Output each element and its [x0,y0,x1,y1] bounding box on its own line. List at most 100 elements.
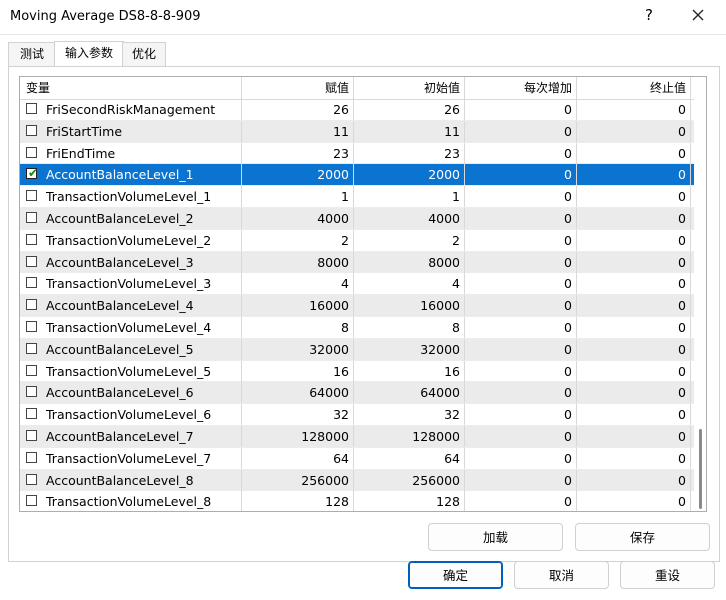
start-cell[interactable]: 4000 [354,207,465,229]
cancel-button[interactable]: 取消 [514,561,609,589]
start-cell[interactable]: 128000 [354,425,465,447]
step-cell[interactable]: 0 [465,382,577,404]
step-cell[interactable]: 0 [465,295,577,317]
stop-cell[interactable]: 0 [577,491,691,511]
value-cell[interactable]: 8000 [242,251,354,273]
stop-cell[interactable]: 0 [577,142,691,164]
stop-cell[interactable]: 0 [577,469,691,491]
value-cell[interactable]: 4000 [242,207,354,229]
stop-cell[interactable]: 0 [577,120,691,142]
start-cell[interactable]: 64 [354,447,465,469]
value-cell[interactable]: 32000 [242,338,354,360]
table-row[interactable]: TransactionVolumeLevel_3 4 4 0 0 [20,273,706,296]
step-cell[interactable]: 0 [465,447,577,469]
column-header-value[interactable]: 赋值 [242,77,354,99]
table-row[interactable]: AccountBalanceLevel_2 4000 4000 0 0 [20,207,706,230]
step-cell[interactable]: 0 [465,491,577,511]
table-row[interactable]: TransactionVolumeLevel_4 8 8 0 0 [20,316,706,339]
step-cell[interactable]: 0 [465,207,577,229]
stop-cell[interactable]: 0 [577,207,691,229]
step-cell[interactable]: 0 [465,425,577,447]
stop-cell[interactable]: 0 [577,316,691,338]
tab-inputs[interactable]: 输入参数 [54,41,124,67]
value-cell[interactable]: 2 [242,229,354,251]
stop-cell[interactable]: 0 [577,425,691,447]
close-button[interactable] [689,6,707,24]
table-row[interactable]: TransactionVolumeLevel_7 64 64 0 0 [20,447,706,470]
value-cell[interactable]: 16000 [242,295,354,317]
start-cell[interactable]: 8000 [354,251,465,273]
start-cell[interactable]: 16 [354,360,465,382]
value-cell[interactable]: 32 [242,404,354,426]
stop-cell[interactable]: 0 [577,382,691,404]
stop-cell[interactable]: 0 [577,186,691,208]
reset-button[interactable]: 重设 [620,561,715,589]
value-cell[interactable]: 128000 [242,425,354,447]
table-row[interactable]: AccountBalanceLevel_7 128000 128000 0 0 [20,425,706,448]
scrollbar-thumb[interactable] [699,429,702,509]
tab-test[interactable]: 测试 [8,42,56,66]
start-cell[interactable]: 32 [354,404,465,426]
value-cell[interactable]: 4 [242,273,354,295]
value-cell[interactable]: 8 [242,316,354,338]
step-cell[interactable]: 0 [465,164,577,186]
column-header-variable[interactable]: 变量 [20,77,242,99]
table-row[interactable]: TransactionVolumeLevel_8 128 128 0 0 [20,491,706,511]
start-cell[interactable]: 128 [354,491,465,511]
start-cell[interactable]: 11 [354,120,465,142]
step-cell[interactable]: 0 [465,142,577,164]
start-cell[interactable]: 2000 [354,164,465,186]
stop-cell[interactable]: 0 [577,251,691,273]
start-cell[interactable]: 16000 [354,295,465,317]
help-button[interactable]: ? [642,6,656,24]
start-cell[interactable]: 23 [354,142,465,164]
start-cell[interactable]: 64000 [354,382,465,404]
start-cell[interactable]: 8 [354,316,465,338]
column-header-step[interactable]: 每次增加 [465,77,577,99]
start-cell[interactable]: 4 [354,273,465,295]
start-cell[interactable]: 256000 [354,469,465,491]
table-row[interactable]: FriEndTime 23 23 0 0 [20,142,706,165]
table-row[interactable]: AccountBalanceLevel_4 16000 16000 0 0 [20,295,706,317]
value-cell[interactable]: 16 [242,360,354,382]
start-cell[interactable]: 1 [354,186,465,208]
start-cell[interactable]: 2 [354,229,465,251]
start-cell[interactable]: 26 [354,99,465,120]
step-cell[interactable]: 0 [465,273,577,295]
save-button[interactable]: 保存 [575,523,710,551]
value-cell[interactable]: 64000 [242,382,354,404]
table-row[interactable]: FriStartTime 11 11 0 0 [20,120,706,143]
stop-cell[interactable]: 0 [577,273,691,295]
value-cell[interactable]: 1 [242,186,354,208]
ok-button[interactable]: 确定 [408,561,503,589]
value-cell[interactable]: 2000 [242,164,354,186]
stop-cell[interactable]: 0 [577,164,691,186]
table-row[interactable]: AccountBalanceLevel_8 256000 256000 0 0 [20,469,706,492]
table-row[interactable]: TransactionVolumeLevel_6 32 32 0 0 [20,404,706,426]
value-cell[interactable]: 64 [242,447,354,469]
table-row[interactable]: AccountBalanceLevel_3 8000 8000 0 0 [20,251,706,274]
table-row[interactable]: TransactionVolumeLevel_1 1 1 0 0 [20,186,706,208]
table-row[interactable]: AccountBalanceLevel_6 64000 64000 0 0 [20,382,706,405]
stop-cell[interactable]: 0 [577,404,691,426]
step-cell[interactable]: 0 [465,251,577,273]
value-cell[interactable]: 256000 [242,469,354,491]
vertical-scrollbar[interactable] [694,99,706,511]
column-header-stop[interactable]: 终止值 [577,77,691,99]
step-cell[interactable]: 0 [465,120,577,142]
value-cell[interactable]: 23 [242,142,354,164]
stop-cell[interactable]: 0 [577,338,691,360]
value-cell[interactable]: 128 [242,491,354,511]
table-row[interactable]: TransactionVolumeLevel_2 2 2 0 0 [20,229,706,252]
table-row[interactable]: FriSecondRiskManagement 26 26 0 0 [20,99,706,121]
step-cell[interactable]: 0 [465,99,577,120]
step-cell[interactable]: 0 [465,469,577,491]
stop-cell[interactable]: 0 [577,360,691,382]
step-cell[interactable]: 0 [465,229,577,251]
start-cell[interactable]: 32000 [354,338,465,360]
step-cell[interactable]: 0 [465,316,577,338]
column-header-start[interactable]: 初始值 [354,77,465,99]
table-row[interactable]: ✔ AccountBalanceLevel_1 2000 2000 0 0 [20,164,706,187]
table-row[interactable]: TransactionVolumeLevel_5 16 16 0 0 [20,360,706,383]
stop-cell[interactable]: 0 [577,295,691,317]
